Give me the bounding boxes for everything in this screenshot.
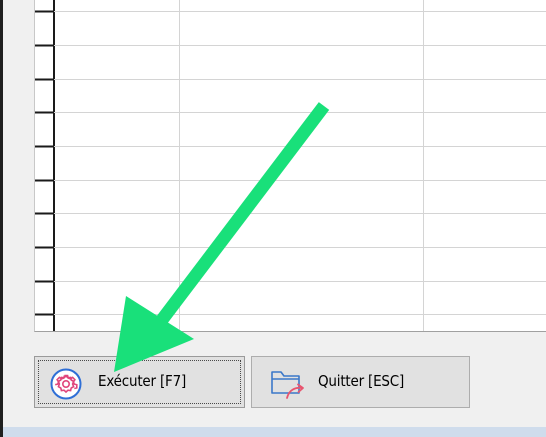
window-bottom-edge — [3, 427, 546, 437]
quit-button[interactable]: Quitter [ESC] — [251, 356, 470, 408]
grid-lines — [35, 0, 546, 331]
execute-button-label: Exécuter [F7] — [98, 372, 187, 390]
gear-icon — [50, 368, 82, 400]
data-grid[interactable] — [34, 0, 546, 332]
quit-button-label: Quitter [ESC] — [318, 372, 405, 390]
execute-button[interactable]: Exécuter [F7] — [34, 356, 245, 408]
form-window: Exécuter [F7] Quitter [ESC] — [3, 0, 546, 437]
folder-exit-icon — [271, 371, 304, 399]
